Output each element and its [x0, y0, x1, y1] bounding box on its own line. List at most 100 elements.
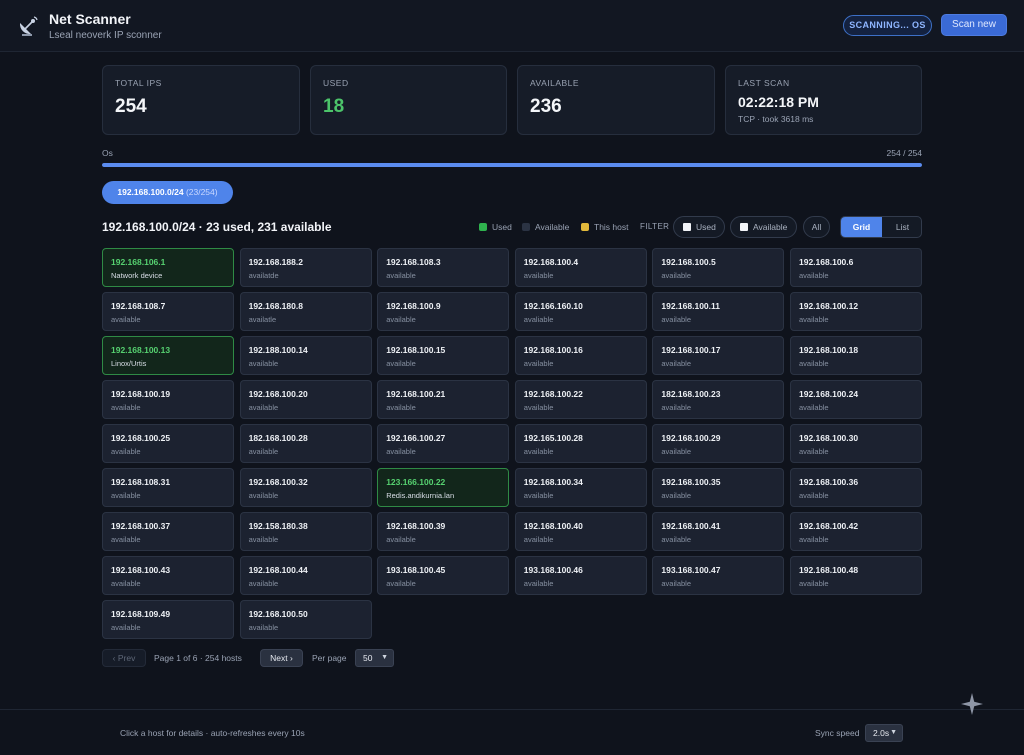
host-tile[interactable]: 192.168.100.19 available: [102, 380, 234, 419]
host-status: Linox/Urtis: [111, 359, 147, 368]
per-page-label: Per page: [312, 653, 347, 663]
host-tile[interactable]: 192.168.188.2 availatde: [239, 248, 372, 287]
host-status: available: [111, 491, 141, 500]
progress-right-label: 254 / 254: [886, 148, 922, 158]
sync-speed-select[interactable]: 2.0s ▼: [865, 724, 903, 742]
host-status: available: [661, 535, 691, 544]
host-tile[interactable]: 192.168.100.20 available: [239, 380, 372, 419]
host-tile[interactable]: 192.168.106.1 Natwork device: [102, 248, 234, 287]
host-status: available: [111, 315, 141, 324]
filter-all-button[interactable]: All: [803, 216, 830, 238]
host-tile[interactable]: 192.168.100.30 available: [790, 424, 922, 463]
host-ip: 192.168.100.6: [799, 257, 854, 267]
scan-progress-fill: [102, 163, 922, 167]
host-ip: 192.168.100.15: [386, 345, 446, 355]
host-tile[interactable]: 192.168.100.11 available: [652, 292, 785, 331]
host-tile[interactable]: 192.168.100.44 available: [239, 556, 372, 595]
host-ip: 192.168.100.34: [523, 477, 583, 487]
host-tile[interactable]: 192.168.108.7 available: [102, 292, 234, 331]
host-tile[interactable]: 192.168.100.15 available: [377, 336, 510, 375]
view-list-button[interactable]: List: [882, 217, 921, 237]
host-status: available: [523, 359, 554, 368]
host-tile[interactable]: 192.168.100.25 available: [102, 424, 234, 463]
host-status: available: [661, 447, 691, 456]
host-tile[interactable]: 192.166.100.27 available: [377, 424, 510, 463]
host-status: available: [523, 447, 554, 456]
host-tile[interactable]: 192.168.100.22 available: [514, 380, 647, 419]
host-tile[interactable]: 192.168.100.48 available: [790, 556, 922, 595]
chevron-down-icon: ▼: [381, 654, 388, 661]
host-status: available: [248, 359, 279, 368]
filter-used-checkbox[interactable]: Used: [673, 216, 725, 238]
host-tile[interactable]: 193.168.100.45 available: [377, 556, 510, 595]
host-tile[interactable]: 192.168.100.43 available: [102, 556, 234, 595]
host-tile[interactable]: 182.168.100.28 available: [239, 424, 372, 463]
host-tile[interactable]: 192.168.180.8 availatle: [239, 292, 372, 331]
host-tile[interactable]: 192.168.100.29 available: [652, 424, 785, 463]
prev-page-button[interactable]: ‹ Prev: [102, 649, 146, 667]
host-status: available: [523, 535, 554, 544]
host-tile[interactable]: 192.188.100.14 available: [239, 336, 372, 375]
scan-new-button[interactable]: Scan new: [941, 14, 1007, 36]
host-status: available: [386, 315, 416, 324]
host-tile[interactable]: 192.168.100.5 available: [652, 248, 785, 287]
subnet-chip[interactable]: 192.168.100.0/24 (23/254): [102, 181, 233, 204]
host-tile[interactable]: 192.168.100.36 available: [790, 468, 922, 507]
per-page-select[interactable]: 50 ▼: [355, 649, 394, 667]
host-status: available: [248, 491, 279, 500]
host-tile[interactable]: 192.168.100.37 available: [102, 512, 234, 551]
host-tile[interactable]: 192.168.100.40 available: [514, 512, 647, 551]
host-tile[interactable]: 123.166.100.22 Redis.andikurnia.lan: [377, 468, 510, 507]
host-tile[interactable]: 192.168.100.9 available: [377, 292, 510, 331]
host-ip: 192.168.100.18: [799, 345, 859, 355]
host-tile[interactable]: 192.168.109.49 available: [102, 600, 234, 639]
host-status: available: [111, 579, 141, 588]
host-tile[interactable]: 182.168.100.23 available: [652, 380, 785, 419]
host-tile[interactable]: 192.168.100.4 available: [514, 248, 647, 287]
host-tile[interactable]: 192.168.100.42 available: [790, 512, 922, 551]
host-tile[interactable]: 192.168.100.16 available: [514, 336, 647, 375]
host-tile[interactable]: 192.168.100.12 available: [790, 292, 922, 331]
stat-card-used: USED 18: [310, 65, 507, 135]
host-status: available: [523, 403, 554, 412]
host-tile[interactable]: 192.168.108.3 available: [377, 248, 510, 287]
host-ip: 192.168.109.49: [111, 609, 171, 619]
footer-divider: [0, 709, 1024, 710]
host-tile[interactable]: 193.168.100.47 available: [652, 556, 785, 595]
next-page-button[interactable]: Next ›: [260, 649, 303, 667]
host-tile[interactable]: 192.168.100.35 available: [652, 468, 785, 507]
host-status: available: [111, 535, 141, 544]
view-grid-button[interactable]: Grid: [841, 217, 882, 237]
host-ip: 192.168.100.40: [523, 521, 583, 531]
host-grid: 192.168.106.1 Natwork device 192.168.188.2…: [102, 248, 922, 640]
host-tile[interactable]: 192.158.180.38 available: [239, 512, 372, 551]
host-ip: 192.168.100.41: [661, 521, 721, 531]
host-tile[interactable]: 192.168.100.39 available: [377, 512, 510, 551]
host-tile[interactable]: 192.168.100.13 Linox/Urtis: [102, 336, 234, 375]
host-tile[interactable]: 192.165.100.28 available: [514, 424, 647, 463]
host-tile[interactable]: 192.168.100.50 available: [239, 600, 372, 639]
host-ip: 192.168.180.8: [248, 301, 303, 311]
legend-used: Used: [479, 222, 512, 232]
host-tile[interactable]: 192.168.100.34 available: [514, 468, 647, 507]
host-status: available: [523, 271, 554, 280]
host-tile[interactable]: 192.168.100.41 available: [652, 512, 785, 551]
host-status: available: [248, 447, 279, 456]
host-tile[interactable]: 192.166.160.10 avaliable: [514, 292, 647, 331]
host-ip: 192.168.100.29: [661, 433, 721, 443]
host-tile[interactable]: 192.168.100.32 available: [239, 468, 372, 507]
host-tile[interactable]: 192.168.100.18 available: [790, 336, 922, 375]
host-tile[interactable]: 192.168.100.6 available: [790, 248, 922, 287]
legend-this-host: This host: [581, 222, 629, 232]
host-tile[interactable]: 192.168.100.24 available: [790, 380, 922, 419]
host-tile[interactable]: 192.168.100.17 available: [652, 336, 785, 375]
stat-label: AVAILABLE: [530, 78, 580, 88]
host-status: available: [248, 535, 279, 544]
host-tile[interactable]: 192.168.100.21 available: [377, 380, 510, 419]
host-ip: 192.168.108.31: [111, 477, 171, 487]
host-tile[interactable]: 192.168.108.31 available: [102, 468, 234, 507]
host-status: available: [386, 579, 416, 588]
filter-available-checkbox[interactable]: Available: [730, 216, 797, 238]
host-tile[interactable]: 193.168.100.46 available: [514, 556, 647, 595]
host-status: availatle: [248, 315, 277, 324]
